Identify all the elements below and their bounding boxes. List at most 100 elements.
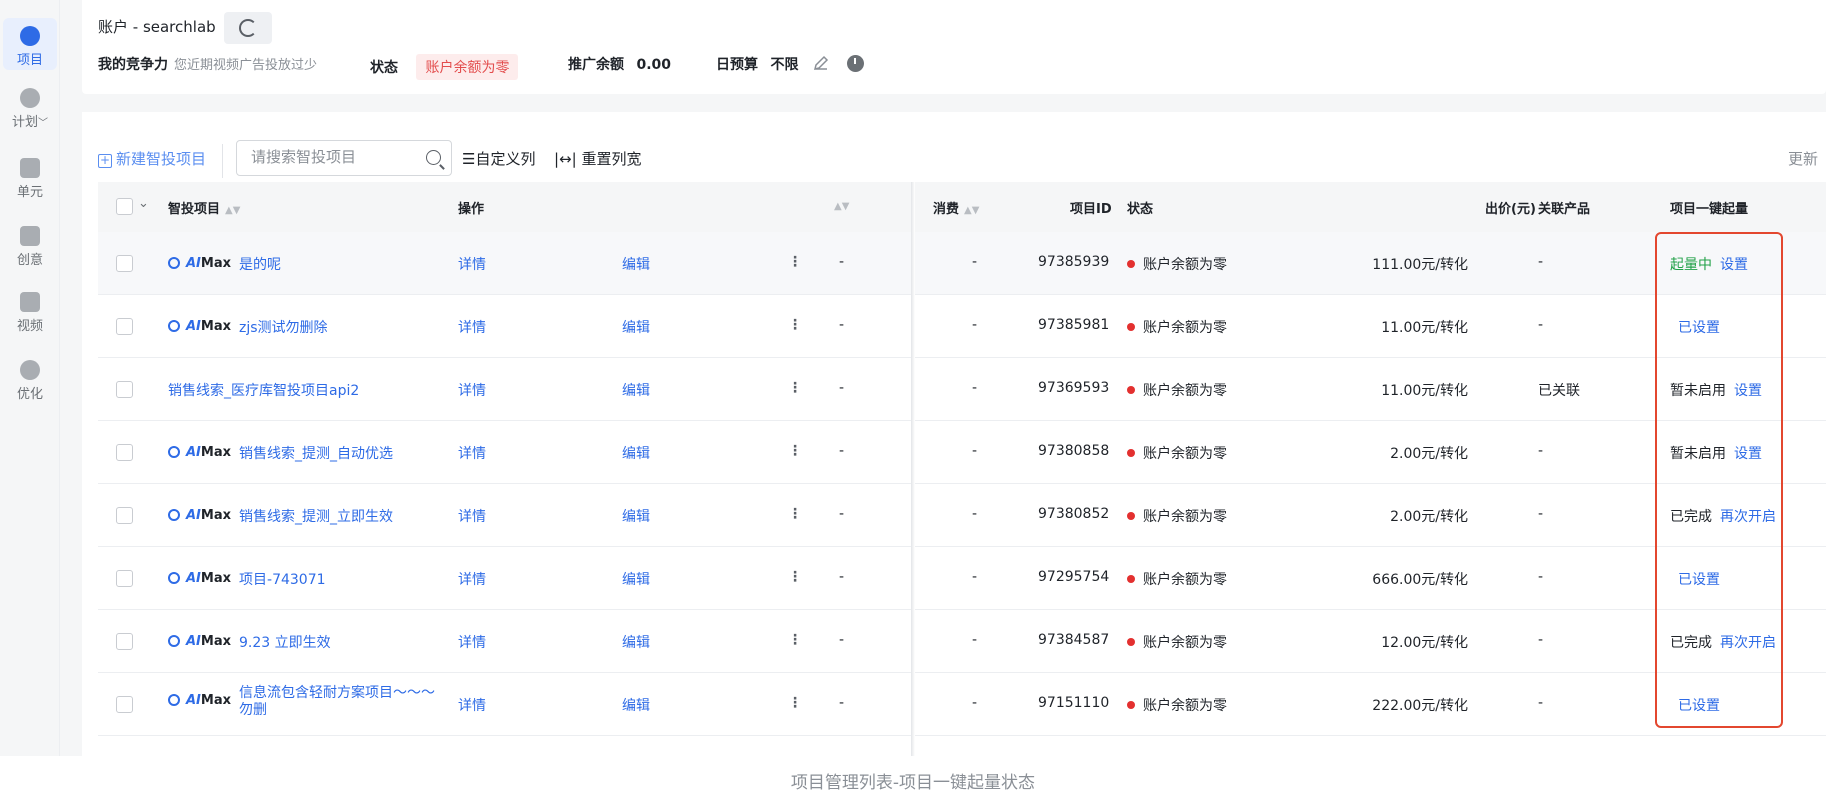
nav-item-plan[interactable]: 计划﹀ (3, 88, 57, 132)
row-checkbox[interactable] (116, 696, 133, 713)
search-box[interactable] (236, 140, 452, 176)
select-all-checkbox[interactable] (116, 198, 133, 215)
table-row[interactable]: AI Max 是的呢 详情 编辑 ⋮ - - 97385939 账户余额为零 111… (98, 232, 1826, 295)
more-options-icon[interactable]: ⋮ (788, 317, 802, 333)
nav-item-unit[interactable]: 单元 (3, 158, 57, 202)
project-name-cell: AI Max 项目-743071 (168, 569, 326, 589)
project-name-link[interactable]: 是的呢 (239, 257, 281, 273)
custom-columns-button[interactable]: ☰自定义列 (462, 148, 535, 169)
table-row[interactable]: AI Max 项目-743071 详情 编辑 ⋮ - - 97295754 账户余额… (98, 547, 1826, 610)
project-name-link[interactable]: 销售线索_提测_自动优选 (239, 446, 393, 462)
nav-item-optimize[interactable]: 优化 (3, 360, 57, 404)
nav-item-video[interactable]: 视频 (3, 292, 57, 336)
edit-pen-icon[interactable] (813, 55, 829, 71)
edit-link[interactable]: 编辑 (622, 317, 650, 337)
row-checkbox[interactable] (116, 381, 133, 398)
project-name-link[interactable]: 信息流包含轻耐方案项目～～～ (239, 685, 435, 701)
more-options-icon[interactable]: ⋮ (788, 380, 802, 396)
status-text: 账户余额为零 (1143, 257, 1227, 273)
edit-link[interactable]: 编辑 (622, 380, 650, 400)
project-name-link[interactable]: 销售线索_提测_立即生效 (239, 509, 393, 525)
project-id: 97385939 (1038, 254, 1110, 270)
video-icon (20, 292, 40, 312)
project-name-link[interactable]: 9.23 立即生效 (239, 635, 331, 651)
row-checkbox[interactable] (116, 444, 133, 461)
header-label: 消费 (933, 202, 960, 217)
refresh-icon (239, 19, 257, 37)
table-row[interactable]: AI Max 9.23 立即生效 详情 编辑 ⋮ - - 97384587 账户余额… (98, 610, 1826, 673)
table-row[interactable]: AI Max 信息流包含轻耐方案项目～～～ 勿删 详情 编辑 ⋮ - - 971511… (98, 673, 1826, 736)
project-name-link[interactable]: 销售线索_医疗库智投项目api2 (168, 383, 359, 399)
nav-item-project[interactable]: 项目 (3, 18, 57, 70)
more-options-icon[interactable]: ⋮ (788, 506, 802, 522)
balance-label: 推广余额 (568, 57, 624, 73)
cell-value: - (839, 254, 845, 270)
detail-link[interactable]: 详情 (458, 443, 486, 463)
more-options-icon[interactable]: ⋮ (788, 569, 802, 585)
reset-width-button[interactable]: |↔| 重置列宽 (554, 148, 641, 169)
table-row[interactable]: AI Max 销售线索_提测_自动优选 详情 编辑 ⋮ - - 97380858 账… (98, 421, 1826, 484)
detail-link[interactable]: 详情 (458, 254, 486, 274)
project-name-cell: 销售线索_医疗库智投项目api2 (168, 380, 359, 400)
detail-link[interactable]: 详情 (458, 695, 486, 715)
detail-link[interactable]: 详情 (458, 317, 486, 337)
product-value: - (1538, 695, 1544, 711)
edit-link[interactable]: 编辑 (622, 506, 650, 526)
project-name-cell: AI Max 销售线索_提测_自动优选 (168, 443, 393, 463)
cost-value: - (972, 569, 978, 585)
detail-link[interactable]: 详情 (458, 569, 486, 589)
creative-icon (20, 226, 40, 246)
aimax-logo-icon: AI Max (168, 508, 231, 523)
update-button[interactable]: 更新 (1788, 148, 1818, 169)
project-name-link[interactable]: zjs测试勿删除 (239, 320, 328, 336)
detail-link[interactable]: 详情 (458, 380, 486, 400)
row-checkbox[interactable] (116, 570, 133, 587)
refresh-button[interactable] (224, 12, 272, 44)
column-header-cost[interactable]: 消费 ▲▼ (933, 198, 979, 217)
detail-link[interactable]: 详情 (458, 506, 486, 526)
sort-icon[interactable]: ▲▼ (834, 198, 849, 213)
table-row[interactable]: AI Max 销售线索_提测_立即生效 详情 编辑 ⋮ - - 97380852 账… (98, 484, 1826, 547)
chevron-down-icon[interactable]: ⌄ (138, 196, 149, 211)
cell-value: - (839, 443, 845, 459)
more-options-icon[interactable]: ⋮ (788, 254, 802, 270)
edit-link[interactable]: 编辑 (622, 254, 650, 274)
new-project-button[interactable]: + 新建智投项目 (98, 148, 206, 169)
row-checkbox[interactable] (116, 633, 133, 650)
project-name-link-cont[interactable]: 勿删 (239, 702, 267, 718)
budget-label: 日预算 (716, 57, 758, 73)
column-header-name[interactable]: 智投项目 ▲▼ (168, 198, 240, 217)
row-checkbox[interactable] (116, 255, 133, 272)
product-value: - (1538, 632, 1544, 648)
nav-label: 创意 (16, 253, 43, 268)
project-list-card: + 新建智投项目 ☰自定义列 |↔| 重置列宽 更新 ⌄ 智投项目 ▲▼ 操作 ▲▼… (82, 112, 1826, 756)
clock-icon[interactable] (847, 55, 865, 72)
project-name-link[interactable]: 项目-743071 (239, 572, 326, 588)
table-row[interactable]: 销售线索_医疗库智投项目api2 详情 编辑 ⋮ - - 97369593 账户… (98, 358, 1826, 421)
nav-label: 视频 (16, 319, 43, 334)
edit-link[interactable]: 编辑 (622, 443, 650, 463)
row-checkbox[interactable] (116, 318, 133, 335)
search-icon[interactable] (426, 150, 441, 165)
cost-value: - (972, 632, 978, 648)
balance-value: 0.00 (636, 57, 671, 73)
cost-value: - (972, 254, 978, 270)
product-value: - (1538, 317, 1544, 333)
account-header: 账户 - searchlab 我的竞争力 您近期视频广告投放过少 状态 账户余额为… (82, 0, 1826, 94)
edit-link[interactable]: 编辑 (622, 569, 650, 589)
table-row[interactable]: AI Max zjs测试勿删除 详情 编辑 ⋮ - - 97385981 账户余额为… (98, 295, 1826, 358)
row-checkbox[interactable] (116, 507, 133, 524)
column-header-ops: 操作 (458, 202, 485, 217)
list-icon: ☰ (462, 150, 476, 168)
edit-link[interactable]: 编辑 (622, 695, 650, 715)
plus-icon: + (98, 153, 112, 168)
detail-link[interactable]: 详情 (458, 632, 486, 652)
nav-item-creative[interactable]: 创意 (3, 226, 57, 270)
more-options-icon[interactable]: ⋮ (788, 695, 802, 711)
more-options-icon[interactable]: ⋮ (788, 632, 802, 648)
project-name-cell: AI Max 销售线索_提测_立即生效 (168, 506, 393, 526)
search-input[interactable] (237, 141, 407, 173)
more-options-icon[interactable]: ⋮ (788, 443, 802, 459)
status-text: 账户余额为零 (1143, 509, 1227, 525)
edit-link[interactable]: 编辑 (622, 632, 650, 652)
